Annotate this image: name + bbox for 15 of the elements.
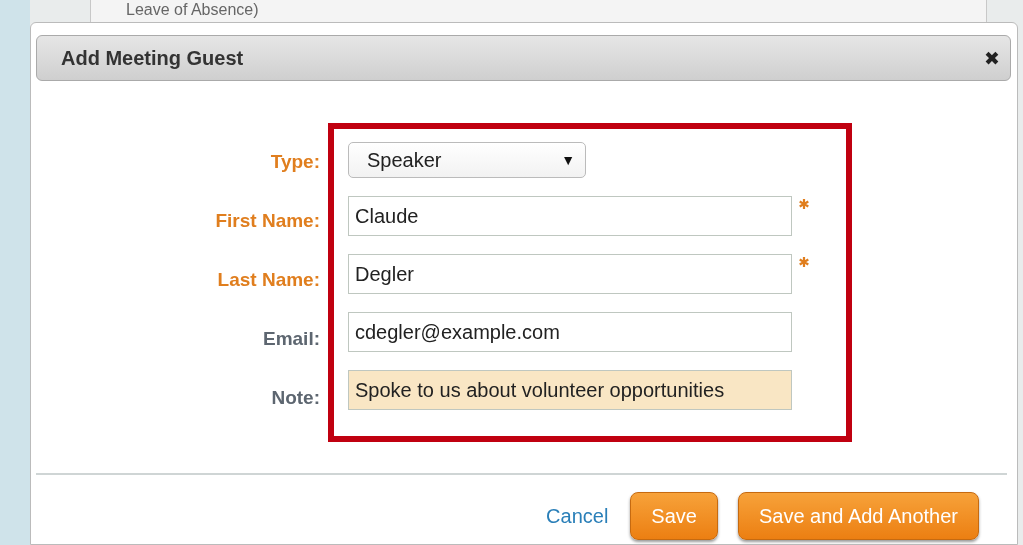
input-field[interactable]: Spoke to us about volunteer opportunities (348, 370, 792, 410)
input-field[interactable]: cdegler@example.com (348, 312, 792, 352)
dialog-title: Add Meeting Guest (61, 46, 244, 70)
background-text: Leave of Absence) (126, 0, 259, 20)
type-select[interactable]: Speaker ▼ (348, 142, 586, 178)
field-label: First Name: (215, 209, 321, 233)
field-label: Note: (271, 386, 321, 410)
close-button[interactable]: ✖ (984, 46, 1000, 70)
field-label: Email: (262, 327, 321, 351)
cancel-link[interactable]: Cancel (546, 504, 609, 528)
field-label: Last Name: (217, 268, 321, 292)
input-field[interactable]: Degler (348, 254, 792, 294)
field-label: Type: (270, 150, 321, 174)
input-field[interactable]: Claude (348, 196, 792, 236)
caret-icon: ▼ (561, 152, 575, 168)
